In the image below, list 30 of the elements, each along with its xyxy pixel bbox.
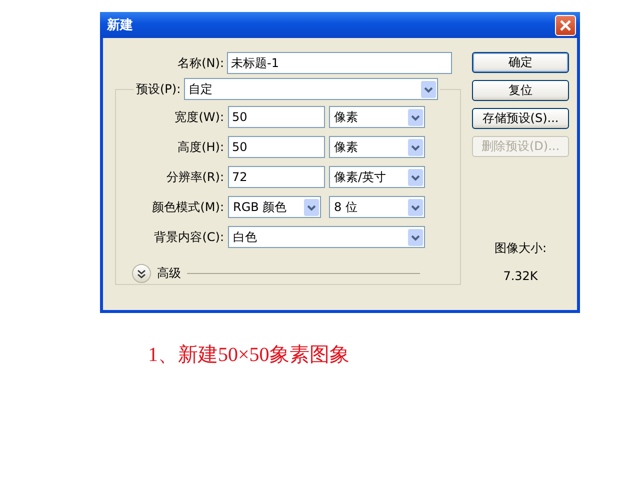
dropdown[interactable]: 8 位 [329, 196, 425, 218]
dialog-button[interactable]: 确定 [472, 52, 569, 73]
input-field[interactable]: 50 [228, 106, 325, 128]
field-label: 背景内容(C): [153, 228, 224, 246]
field-label: 名称(N): [176, 54, 225, 72]
expand-toggle[interactable] [132, 264, 151, 283]
dropdown[interactable]: RGB 颜色 [228, 196, 321, 218]
field-label: 颜色模式(M): [151, 198, 224, 216]
image-size-value: 7.32K [503, 269, 538, 283]
close-icon [559, 18, 572, 32]
dropdown[interactable]: 像素 [329, 136, 425, 158]
dialog-button[interactable]: 存储预设(S)... [472, 108, 569, 129]
double-chevron-icon [137, 268, 146, 278]
section-label: 高级 [157, 265, 181, 282]
field-label: 分辨率(R): [165, 168, 224, 186]
field-label: 预设(P): [136, 80, 181, 98]
field-label: 宽度(W): [174, 108, 224, 126]
input-field[interactable]: 72 [228, 166, 325, 188]
caption-text: 1、新建50×50象素图象 [148, 343, 350, 368]
dialog-button[interactable]: 复位 [472, 80, 569, 101]
dropdown[interactable]: 像素/英寸 [329, 166, 425, 188]
image-size-label: 图像大小: [494, 240, 547, 257]
field-label: 高度(H): [176, 138, 224, 156]
dropdown[interactable]: 白色 [228, 226, 425, 248]
dropdown[interactable]: 自定 [184, 78, 438, 100]
window-title: 新建 [107, 16, 133, 34]
dropdown[interactable]: 像素 [329, 106, 425, 128]
input-field[interactable]: 未标题-1 [227, 52, 452, 74]
input-field[interactable]: 50 [228, 136, 325, 158]
close-button[interactable] [555, 14, 576, 36]
